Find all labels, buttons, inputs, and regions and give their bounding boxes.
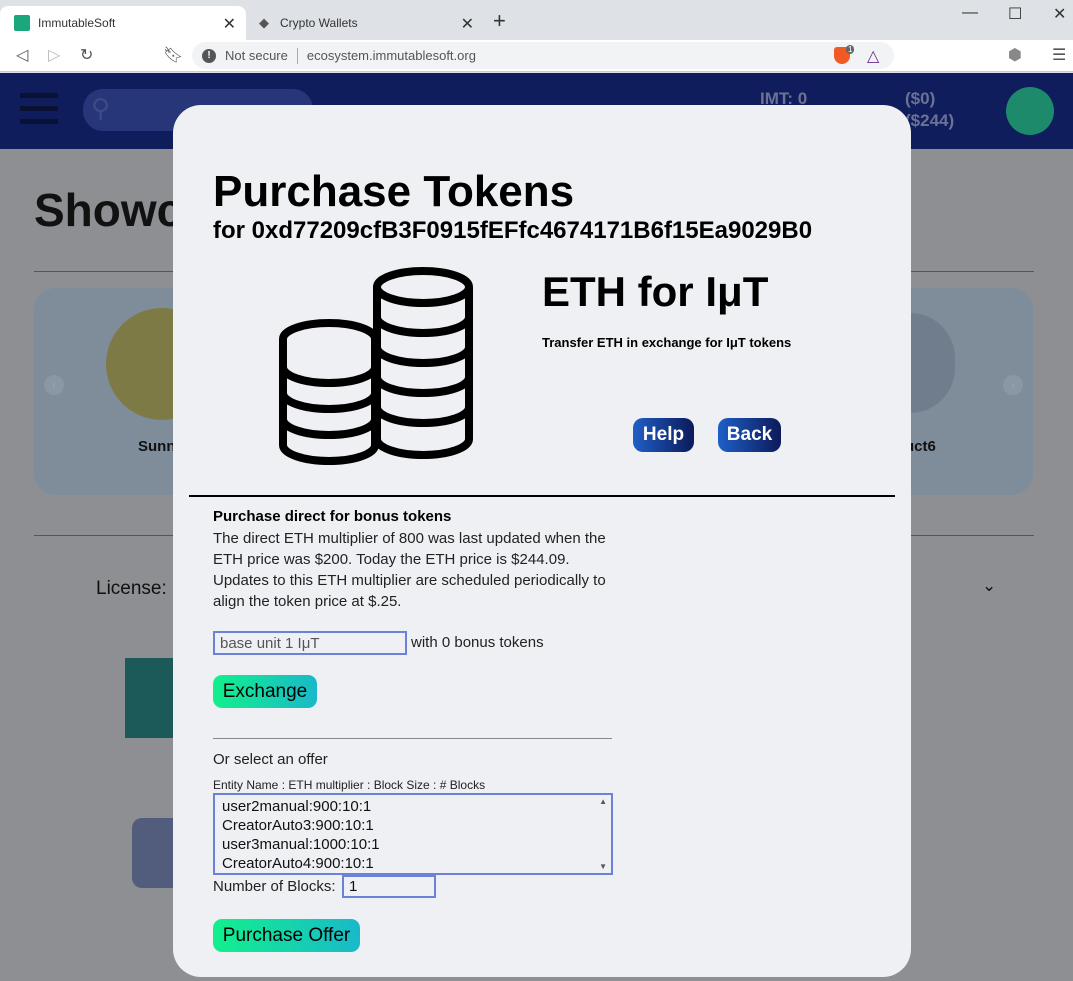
list-item[interactable]: CreatorAuto3:900:10:1 <box>222 816 611 835</box>
tab-crypto-wallets[interactable]: ◆ Crypto Wallets ✕ <box>248 6 484 40</box>
exchange-subtitle: ETH for IμT <box>542 268 769 315</box>
bookmark-icon[interactable]: 🔖︎ <box>163 45 183 65</box>
token-amount-input[interactable]: base unit 1 IμT <box>213 631 407 655</box>
help-button[interactable]: Help <box>633 418 694 452</box>
usd-balance: ($0) <box>905 89 936 108</box>
maximize-icon[interactable]: ☐ <box>1008 4 1022 24</box>
showcase-title: Showc <box>34 184 183 236</box>
direct-purchase-title: Purchase direct for bonus tokens <box>213 508 452 525</box>
browser-tab-bar: ImmutableSoft ✕ ◆ Crypto Wallets ✕ + — ☐… <box>0 0 1073 40</box>
tab-label: Crypto Wallets <box>280 16 358 30</box>
close-tab-icon[interactable]: ✕ <box>461 14 474 34</box>
purchase-tokens-modal: Purchase Tokens for 0xd77209cfB3F0915fEF… <box>173 105 911 977</box>
security-label: Not secure <box>225 48 288 63</box>
tab-label: ImmutableSoft <box>38 16 116 30</box>
new-tab-button[interactable]: + <box>493 8 506 34</box>
offer-select-list[interactable]: user2manual:900:10:1 CreatorAuto3:900:10… <box>213 793 613 875</box>
list-item[interactable]: CreatorAuto4:900:10:1 <box>222 854 611 873</box>
section-divider <box>189 495 895 497</box>
ethereum-favicon-icon: ◆ <box>259 15 269 30</box>
minimize-icon[interactable]: — <box>962 4 978 22</box>
exchange-button[interactable]: Exchange <box>213 675 317 708</box>
hamburger-menu-icon[interactable] <box>20 93 58 125</box>
wallet-coins-icon[interactable] <box>1006 87 1054 135</box>
brave-badge: 1 <box>846 45 855 54</box>
back-button[interactable]: Back <box>718 418 781 452</box>
bonus-tokens-text: with 0 bonus tokens <box>411 634 544 651</box>
carousel-prev-icon[interactable]: ‹ <box>44 375 64 395</box>
eth-value: ($244) <box>905 111 955 130</box>
coins-stack-icon <box>279 267 473 465</box>
offer-column-header: Entity Name : ETH multiplier : Block Siz… <box>213 778 486 792</box>
wallet-address: for 0xd77209cfB3F0915fEFfc4674171B6f15Ea… <box>213 217 813 244</box>
scroll-up-icon[interactable]: ▲ <box>599 797 607 806</box>
modal-title: Purchase Tokens <box>213 167 575 216</box>
info-icon[interactable]: ! <box>202 48 216 63</box>
list-item[interactable]: user3manual:1000:10:1 <box>222 835 611 854</box>
tab-immutablesoft[interactable]: ImmutableSoft ✕ <box>0 6 246 40</box>
carousel-item-label: Sunn <box>138 438 176 455</box>
blocks-input[interactable]: 1 <box>342 875 436 898</box>
extension-shield-icon[interactable]: ⬢ <box>1008 45 1022 65</box>
url-text[interactable]: ecosystem.immutablesoft.org <box>307 48 476 63</box>
menu-icon[interactable]: ☰ <box>1052 45 1066 65</box>
blocks-label: Number of Blocks: <box>213 878 336 895</box>
back-nav-icon[interactable]: ◁ <box>16 45 28 65</box>
forward-nav-icon[interactable]: ▷ <box>48 45 60 65</box>
carousel-next-icon[interactable]: › <box>1003 375 1023 395</box>
list-item[interactable]: user2manual:900:10:1 <box>222 797 611 816</box>
close-tab-icon[interactable]: ✕ <box>223 14 236 34</box>
window-close-icon[interactable]: ✕ <box>1053 4 1066 24</box>
offer-divider <box>213 738 612 739</box>
chevron-down-icon[interactable]: ⌄ <box>982 576 996 596</box>
browser-toolbar: ◁ ▷ ↻ 🔖︎ ! Not secure ecosystem.immutabl… <box>0 40 1073 72</box>
scroll-down-icon[interactable]: ▼ <box>599 862 607 871</box>
brave-rewards-icon[interactable]: △ <box>867 46 879 66</box>
immutablesoft-favicon-icon <box>14 15 30 31</box>
purchase-offer-button[interactable]: Purchase Offer <box>213 919 360 952</box>
immutablesoft-logo <box>125 658 180 738</box>
offer-heading: Or select an offer <box>213 751 328 768</box>
direct-purchase-text: The direct ETH multiplier of 800 was las… <box>213 530 606 610</box>
search-icon: ⚲ <box>91 93 111 123</box>
address-bar[interactable]: ! Not secure ecosystem.immutablesoft.org… <box>192 42 894 69</box>
exchange-description: Transfer ETH in exchange for IμT tokens <box>542 335 792 350</box>
reload-icon[interactable]: ↻ <box>80 45 93 65</box>
license-label: License: <box>96 578 167 599</box>
